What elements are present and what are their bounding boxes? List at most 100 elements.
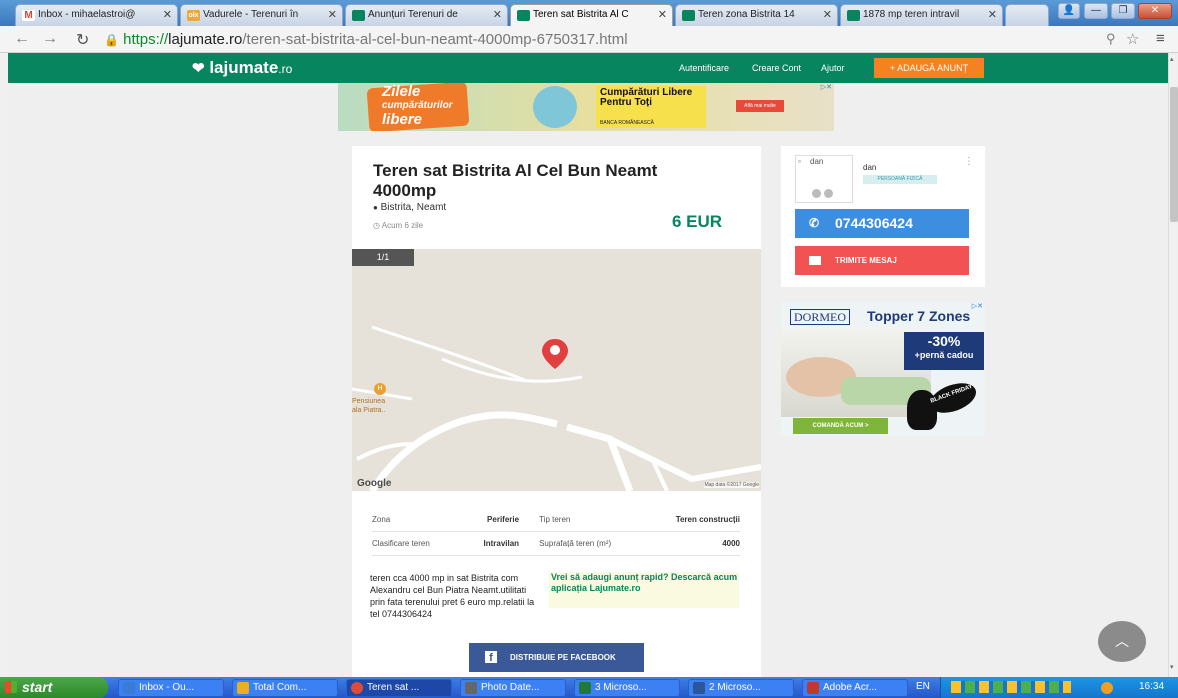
- more-options-icon[interactable]: ⋮: [964, 156, 974, 167]
- word-icon: [693, 682, 705, 694]
- avatar-alt-text: dan: [810, 157, 824, 166]
- browser-tab[interactable]: Anunțuri Terenuri de ✕: [345, 4, 508, 26]
- ad-title-line: Zilele: [382, 83, 421, 100]
- tray-icons[interactable]: [951, 681, 1071, 693]
- excel-icon: [579, 682, 591, 694]
- close-icon[interactable]: ✕: [823, 8, 832, 21]
- taskbar-item[interactable]: Photo Date...: [460, 679, 566, 697]
- scrollbar-thumb[interactable]: [1170, 87, 1178, 222]
- tab-label: Teren zona Bistrita 14: [698, 9, 795, 20]
- bonus-text: +pernă cadou: [914, 350, 974, 360]
- clock-icon: ◷: [373, 221, 380, 230]
- language-indicator[interactable]: EN: [916, 681, 930, 692]
- detail-value: 4000: [645, 531, 740, 556]
- reload-icon[interactable]: ↻: [76, 30, 89, 50]
- scroll-down-arrow-icon[interactable]: ▾: [1170, 663, 1174, 671]
- window-close-button[interactable]: ✕: [1138, 3, 1172, 19]
- scroll-up-arrow-icon[interactable]: ▴: [1170, 55, 1174, 63]
- discount-text: -30%: [927, 333, 961, 349]
- tab-label: Vadurele - Terenuri în: [203, 9, 299, 20]
- back-icon[interactable]: ←: [14, 30, 30, 48]
- ad-headline: Cumpărături Libere Pentru Toți: [600, 87, 693, 108]
- nav-create-account[interactable]: Creare Cont: [752, 63, 801, 73]
- url-input[interactable]: 🔒 https://lajumate.ro/teren-sat-bistrita…: [104, 29, 1104, 50]
- tray-icon[interactable]: [1101, 682, 1113, 694]
- adchoices-icon[interactable]: ▷✕: [972, 302, 983, 310]
- tab-label: 1878 mp teren intravil: [863, 9, 960, 20]
- show-phone-button[interactable]: ✆ 0744306424: [795, 209, 969, 238]
- taskbar-item-active[interactable]: Teren sat ...: [346, 679, 452, 697]
- message-button-label: TRIMITE MESAJ: [835, 256, 897, 265]
- tab-label: Anunțuri Terenuri de: [368, 9, 458, 20]
- app-promo-link[interactable]: Vrei să adaugi anunț rapid? Descarcă acu…: [549, 572, 739, 608]
- taskbar-item[interactable]: Inbox - Ou...: [118, 679, 224, 697]
- google-logo: Google: [357, 478, 392, 489]
- olx-icon: olx: [187, 10, 200, 21]
- page-scrollbar[interactable]: ▴ ▾: [1168, 53, 1178, 677]
- taskbar-item-label: Adobe Acr...: [823, 682, 877, 693]
- posted-text: Acum 6 zile: [381, 221, 424, 230]
- nav-login[interactable]: Autentificare: [679, 63, 729, 73]
- avatar-dot: [812, 189, 821, 198]
- map-poi-label: Pensiunea ala Piatra..: [352, 398, 386, 414]
- share-facebook-button[interactable]: f DISTRIBUIE PE FACEBOOK: [469, 643, 644, 672]
- ad-headline-box: Cumpărături Libere Pentru Toți BANCA ROM…: [596, 86, 706, 128]
- close-icon[interactable]: ✕: [493, 8, 502, 21]
- browser-tab[interactable]: 1878 mp teren intravil ✕: [840, 4, 1003, 26]
- table-row: Zona Periferie Tip teren Teren construcț…: [372, 508, 740, 532]
- browser-tab-active[interactable]: Teren sat Bistrita Al C ✕: [510, 4, 673, 26]
- browser-tab[interactable]: olx Vadurele - Terenuri în ✕: [180, 4, 343, 26]
- close-icon[interactable]: ✕: [163, 8, 172, 21]
- seller-name[interactable]: dan: [863, 163, 876, 172]
- close-icon[interactable]: ✕: [658, 8, 667, 21]
- taskbar-item[interactable]: 2 Microso...: [688, 679, 794, 697]
- listing-location: ● Bistrita, Neamt: [373, 202, 446, 213]
- gmail-icon: M: [22, 10, 35, 21]
- nav-help[interactable]: Ajutor: [821, 63, 845, 73]
- user-icon[interactable]: 👤: [1058, 3, 1080, 19]
- table-row: Clasificare teren Intravilan Suprafață t…: [372, 531, 740, 556]
- post-ad-button[interactable]: + ADAUGĂ ANUNȚ: [874, 58, 984, 78]
- logo-suffix: .ro: [278, 62, 293, 76]
- forward-icon[interactable]: →: [42, 30, 58, 48]
- taskbar-item-label: 2 Microso...: [709, 682, 761, 693]
- detail-label: Tip teren: [539, 508, 646, 532]
- clock[interactable]: 16:34: [1139, 681, 1164, 692]
- taskbar-item-label: 3 Microso...: [595, 682, 647, 693]
- tab-label: Teren sat Bistrita Al C: [533, 9, 629, 20]
- taskbar-item[interactable]: 3 Microso...: [574, 679, 680, 697]
- zoom-icon[interactable]: ⚲: [1106, 31, 1116, 47]
- scroll-to-top-button[interactable]: ︿: [1098, 621, 1146, 662]
- new-tab-button[interactable]: [1005, 4, 1049, 26]
- detail-label: Suprafață teren (m²): [539, 531, 646, 556]
- site-logo[interactable]: ❤ lajumate.ro: [192, 58, 292, 78]
- minimize-button[interactable]: —: [1084, 3, 1108, 19]
- location-map[interactable]: 1/1 H Pensiunea ala Piatra.. Google Map …: [352, 249, 761, 491]
- menu-icon[interactable]: ≡: [1156, 30, 1165, 47]
- send-message-button[interactable]: TRIMITE MESAJ: [795, 246, 969, 275]
- close-icon[interactable]: ✕: [988, 8, 997, 21]
- ad-cta-button[interactable]: COMANDĂ ACUM >: [793, 418, 888, 434]
- discount-box: -30% +pernă cadou: [904, 332, 984, 370]
- side-ad[interactable]: ▷✕ DORMEO Topper 7 Zones -30% +pernă cad…: [781, 302, 985, 436]
- browser-tab[interactable]: Teren zona Bistrita 14 ✕: [675, 4, 838, 26]
- bookmark-star-icon[interactable]: ☆: [1126, 30, 1139, 48]
- taskbar-item[interactable]: Total Com...: [232, 679, 338, 697]
- top-banner-ad[interactable]: Zilele cumpărăturilor libere Cumpărături…: [338, 83, 834, 131]
- lajumate-icon: [352, 10, 365, 21]
- browser-tab[interactable]: M Inbox - mihaelastroi@ ✕: [15, 4, 178, 26]
- close-icon[interactable]: ✕: [328, 8, 337, 21]
- taskbar-item-label: Total Com...: [253, 682, 307, 693]
- location-pin-icon: ●: [373, 203, 378, 212]
- ad-cta-button[interactable]: Află mai multe: [736, 100, 784, 112]
- restore-button[interactable]: ❐: [1111, 3, 1135, 19]
- ad-headline: Topper 7 Zones: [867, 308, 971, 324]
- avatar[interactable]: ▫ dan: [795, 155, 853, 203]
- adchoices-icon[interactable]: ▷✕: [821, 83, 832, 91]
- taskbar-item[interactable]: Adobe Acr...: [802, 679, 908, 697]
- windows-logo-icon: [5, 681, 17, 693]
- url-scheme: https://: [123, 31, 169, 48]
- location-text: Bistrita, Neamt: [380, 202, 447, 213]
- site-header: ❤ lajumate.ro Autentificare Creare Cont …: [8, 53, 1168, 83]
- start-button[interactable]: start: [0, 677, 108, 698]
